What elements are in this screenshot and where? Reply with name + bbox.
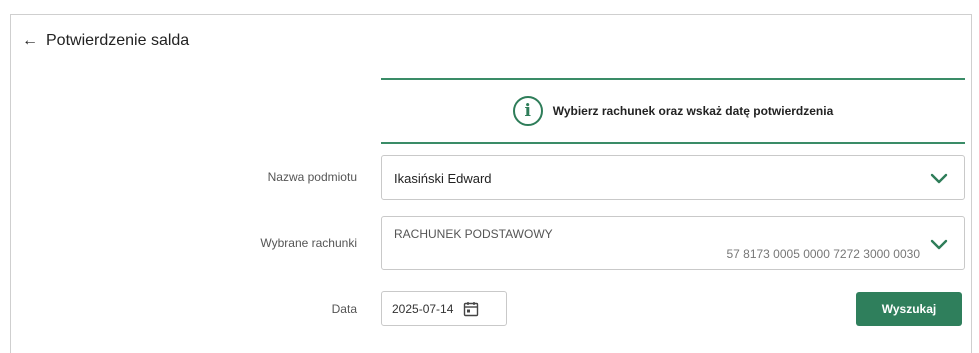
account-name: RACHUNEK PODSTAWOWY bbox=[394, 227, 553, 241]
back-link[interactable]: ← Potwierdzenie salda bbox=[22, 32, 189, 50]
info-icon: i bbox=[512, 96, 543, 126]
entity-label: Nazwa podmiotu bbox=[267, 170, 357, 184]
date-label: Data bbox=[331, 302, 357, 316]
accounts-select[interactable]: RACHUNEK PODSTAWOWY 57 8173 0005 0000 72… bbox=[381, 216, 965, 270]
chevron-down-icon bbox=[930, 173, 948, 185]
info-message: Wybierz rachunek oraz wskaż datę potwier… bbox=[552, 104, 834, 118]
search-button[interactable]: Wyszukaj bbox=[856, 292, 962, 326]
date-input[interactable]: 2025-07-14 bbox=[381, 291, 507, 326]
page-title: Potwierdzenie salda bbox=[46, 32, 190, 49]
back-arrow-icon: ← bbox=[22, 32, 38, 49]
date-value: 2025-07-14 bbox=[392, 301, 454, 316]
account-number: 57 8173 0005 0000 7272 3000 0030 bbox=[726, 247, 920, 261]
entity-select[interactable]: Ikasiński Edward bbox=[381, 155, 965, 200]
calendar-icon[interactable] bbox=[463, 301, 479, 317]
accounts-label: Wybrane rachunki bbox=[260, 236, 357, 250]
info-banner: i Wybierz rachunek oraz wskaż datę potwi… bbox=[381, 78, 965, 144]
chevron-down-icon bbox=[930, 239, 948, 251]
entity-value: Ikasiński Edward bbox=[394, 171, 492, 186]
